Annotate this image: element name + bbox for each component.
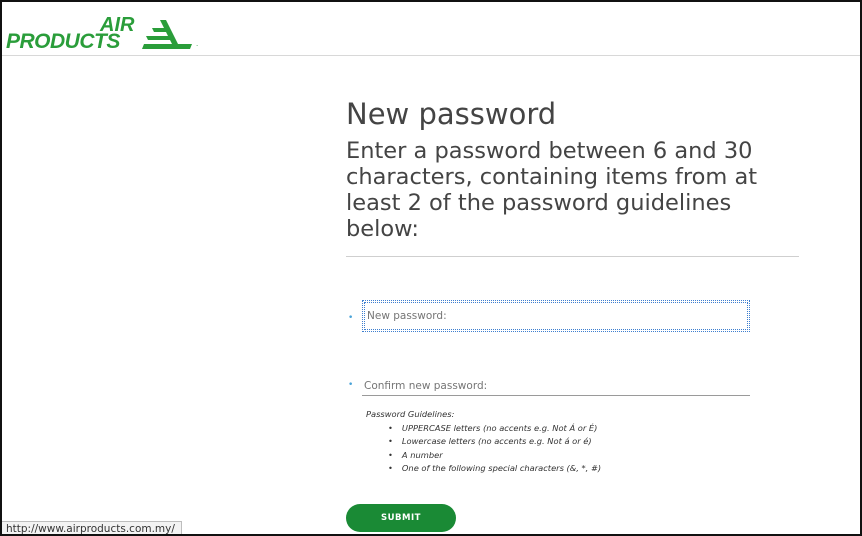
password-guidelines: Password Guidelines: UPPERCASE letters (…: [366, 408, 766, 476]
status-bar-url: http://www.airproducts.com.my/: [2, 521, 182, 534]
guideline-lowercase: Lowercase letters (no accents e.g. Not á…: [388, 435, 766, 449]
guideline-number: A number: [388, 449, 766, 463]
page-title: New password: [346, 97, 557, 131]
logo-products-text: PRODUCTS: [6, 30, 120, 53]
guidelines-heading: Password Guidelines:: [366, 409, 455, 419]
confirm-password-row: •: [348, 376, 752, 398]
guidelines-list: UPPERCASE letters (no accents e.g. Not Á…: [388, 422, 766, 476]
page-instructions: Enter a password between 6 and 30 charac…: [346, 138, 758, 242]
section-divider: [346, 256, 799, 257]
confirm-password-input[interactable]: [362, 376, 750, 396]
air-products-logo[interactable]: AIR PRODUCTS .: [6, 14, 202, 54]
logo-trademark: .: [196, 40, 199, 48]
new-password-row: •: [348, 300, 752, 334]
site-header: AIR PRODUCTS .: [2, 2, 860, 56]
new-password-input[interactable]: [362, 300, 750, 332]
guideline-uppercase: UPPERCASE letters (no accents e.g. Not Á…: [388, 422, 766, 436]
guideline-special-chars: One of the following special characters …: [388, 462, 766, 476]
confirm-password-bullet: •: [348, 380, 354, 390]
new-password-bullet: •: [348, 313, 354, 323]
submit-button[interactable]: SUBMIT: [346, 504, 456, 532]
logo-mark-icon: [142, 20, 192, 49]
browser-viewport: AIR PRODUCTS . New password Enter a pass…: [0, 0, 862, 536]
password-panel: New password Enter a password between 6 …: [346, 94, 801, 242]
